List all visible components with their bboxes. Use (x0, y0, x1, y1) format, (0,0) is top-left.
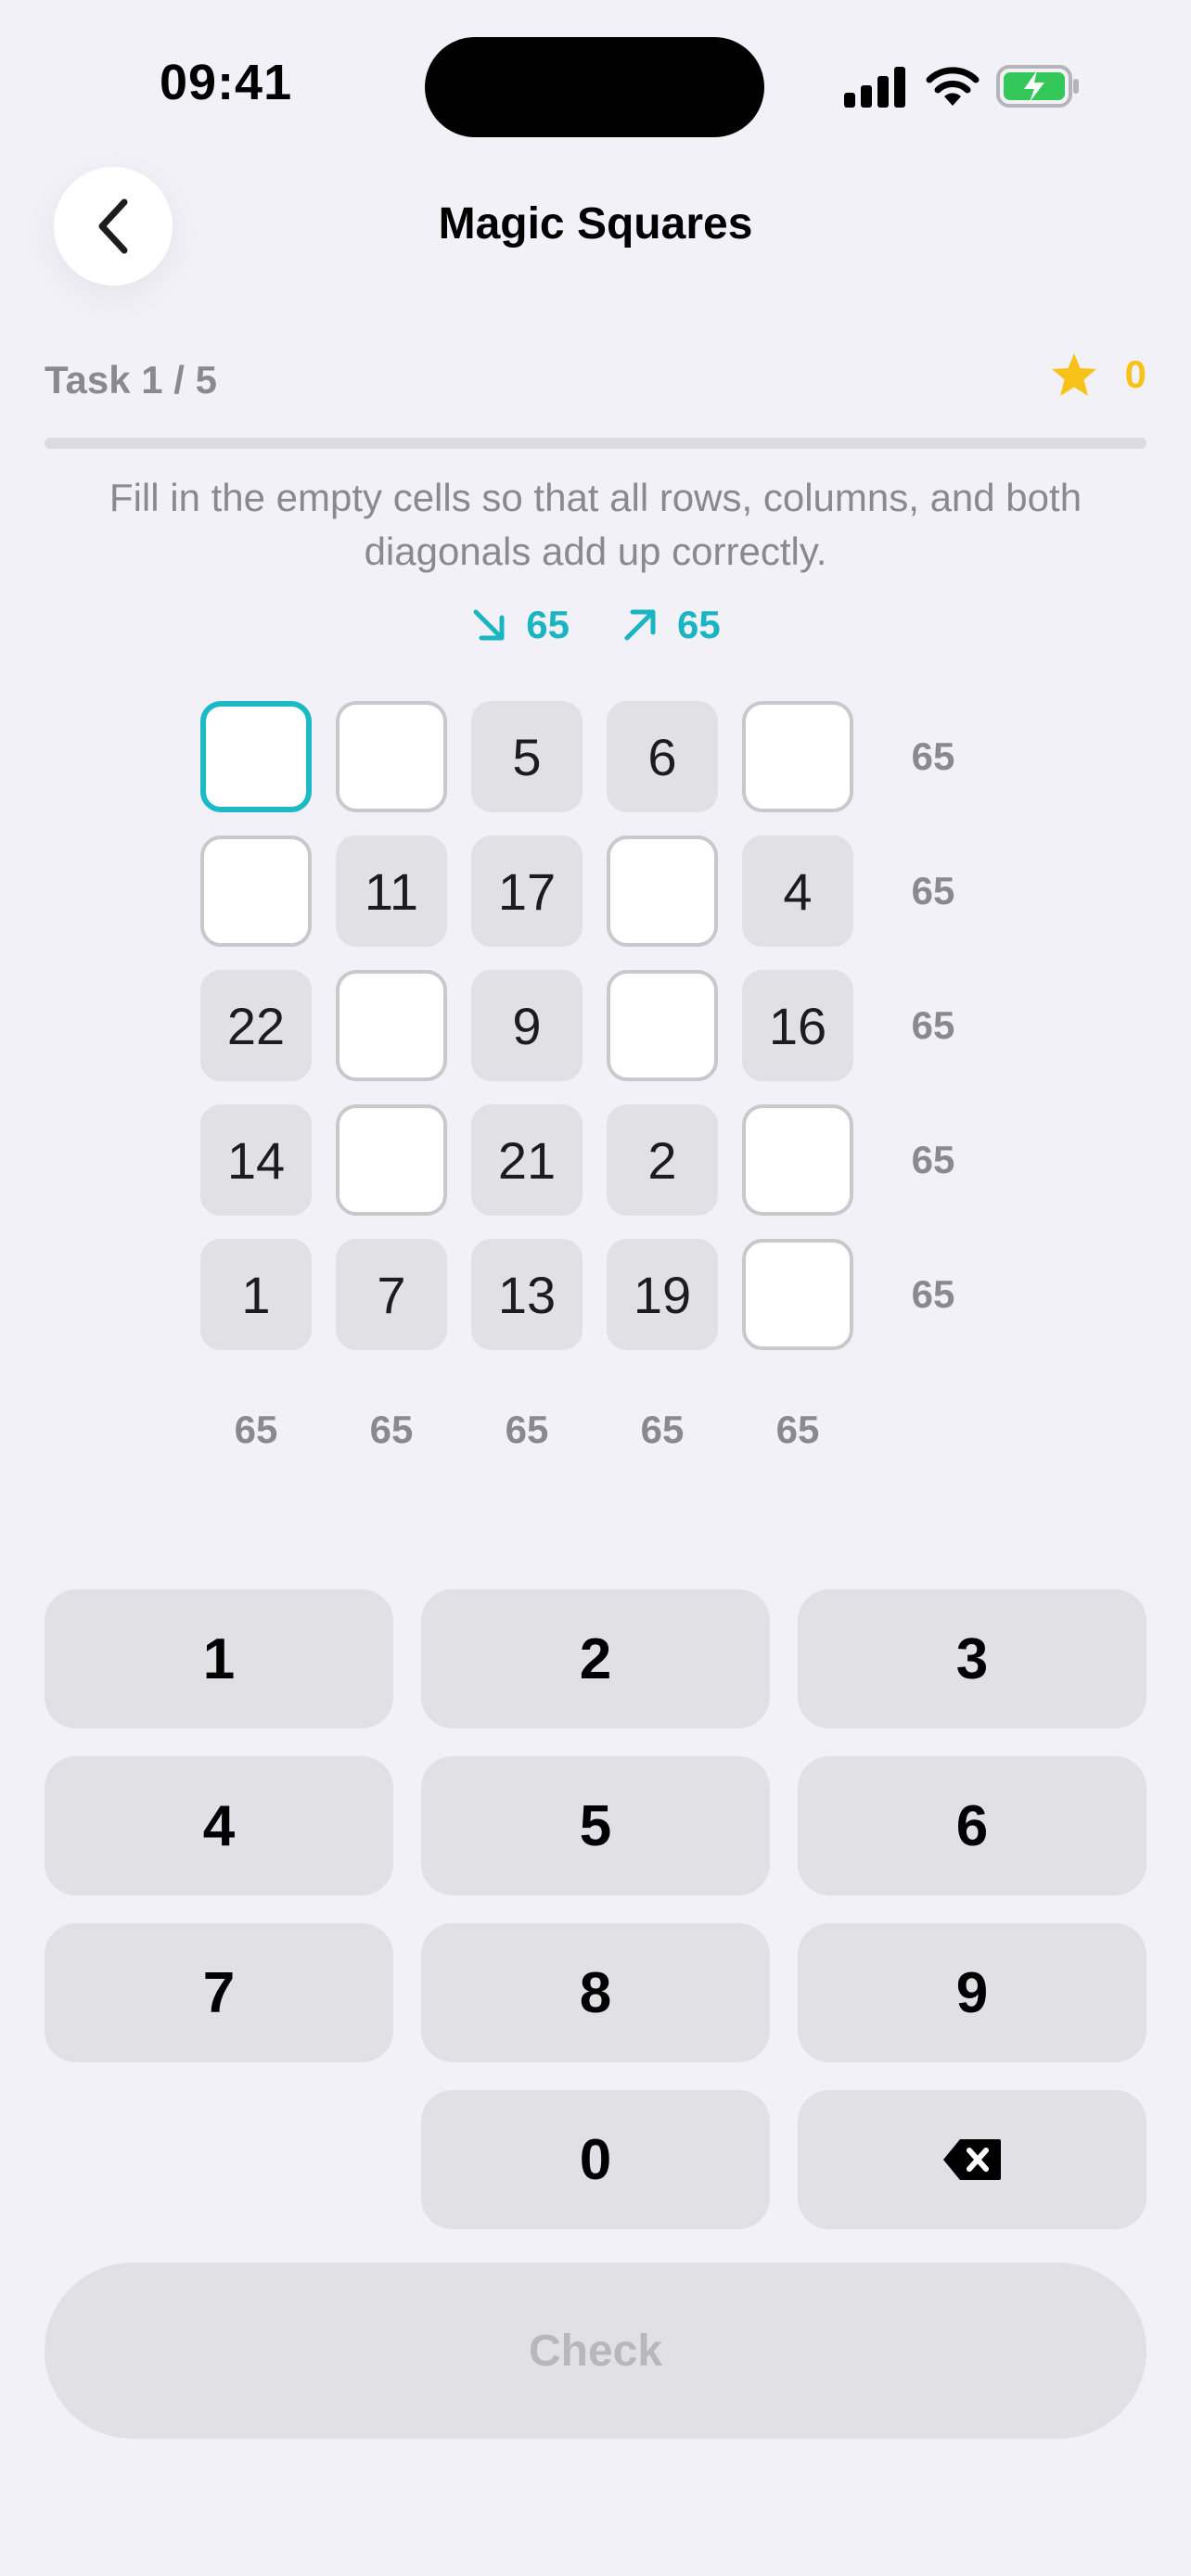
grid-cell-given: 1 (200, 1239, 312, 1350)
grid-cell-given: 9 (471, 970, 583, 1081)
key-9[interactable]: 9 (798, 1923, 1146, 2062)
key-2[interactable]: 2 (421, 1589, 770, 1728)
grid-cell-empty[interactable] (742, 701, 853, 812)
instructions-text: Fill in the empty cells so that all rows… (109, 476, 1082, 573)
wifi-icon (926, 67, 980, 106)
grid-cell-empty[interactable] (742, 1239, 853, 1350)
check-button[interactable]: Check (45, 2263, 1146, 2439)
star-score: 0 (1051, 352, 1146, 397)
grid-cell-given: 11 (336, 835, 447, 947)
diagonal-up-sum: 65 (621, 603, 721, 647)
page-title: Magic Squares (438, 199, 753, 249)
grid-cell-empty[interactable] (200, 835, 312, 947)
key-7[interactable]: 7 (45, 1923, 393, 2062)
star-count: 0 (1124, 352, 1146, 396)
grid-cell-given: 7 (336, 1239, 447, 1350)
grid-cell-given: 22 (200, 970, 312, 1081)
grid-cell-empty[interactable] (336, 970, 447, 1081)
grid-cell-empty[interactable] (607, 835, 718, 947)
diagonal-up-value: 65 (677, 603, 721, 646)
row-sum: 65 (911, 1272, 955, 1316)
row-sum: 65 (911, 869, 955, 912)
task-counter: Task 1 / 5 (45, 358, 218, 402)
key-6[interactable]: 6 (798, 1756, 1146, 1895)
row-sum: 65 (911, 1003, 955, 1047)
grid-cell-empty[interactable] (336, 1104, 447, 1216)
grid-cell-given: 6 (607, 701, 718, 812)
grid-cell-given: 5 (471, 701, 583, 812)
column-sum: 65 (775, 1408, 820, 1451)
grid-cell-empty[interactable] (742, 1104, 853, 1216)
grid-cell-given: 4 (742, 835, 853, 947)
grid-cell-given: 19 (607, 1239, 718, 1350)
grid-cell-empty[interactable] (200, 701, 312, 812)
grid-cell-given: 21 (471, 1104, 583, 1216)
column-sum: 65 (640, 1408, 685, 1451)
grid-cell-given: 14 (200, 1104, 312, 1216)
grid-cell-empty[interactable] (607, 970, 718, 1081)
progress-bar (45, 438, 1146, 449)
diagonal-sums: 65 65 (0, 603, 1191, 647)
delete-key[interactable] (798, 2090, 1146, 2229)
battery-charging-icon (996, 65, 1079, 108)
column-sum: 65 (369, 1408, 414, 1451)
row-sum: 65 (911, 1138, 955, 1181)
grid-cell-given: 2 (607, 1104, 718, 1216)
key-1[interactable]: 1 (45, 1589, 393, 1728)
key-8[interactable]: 8 (421, 1923, 770, 2062)
backspace-icon (943, 2139, 1001, 2180)
row-sum: 65 (911, 734, 955, 778)
dynamic-island (425, 37, 764, 137)
key-0[interactable]: 0 (421, 2090, 770, 2229)
status-time: 09:41 (160, 55, 293, 110)
column-sum: 65 (234, 1408, 278, 1451)
grid-cell-given: 17 (471, 835, 583, 947)
cellular-signal-icon (844, 67, 905, 108)
key-3[interactable]: 3 (798, 1589, 1146, 1728)
arrow-down-right-icon (473, 609, 505, 641)
arrow-up-right-icon (624, 609, 656, 641)
star-icon (1051, 353, 1096, 396)
diagonal-down-sum: 65 (470, 603, 570, 647)
diagonal-down-value: 65 (526, 603, 570, 646)
column-sum: 65 (505, 1408, 549, 1451)
key-4[interactable]: 4 (45, 1756, 393, 1895)
grid-cell-empty[interactable] (336, 701, 447, 812)
grid-cell-given: 16 (742, 970, 853, 1081)
key-5[interactable]: 5 (421, 1756, 770, 1895)
grid-cell-given: 13 (471, 1239, 583, 1350)
